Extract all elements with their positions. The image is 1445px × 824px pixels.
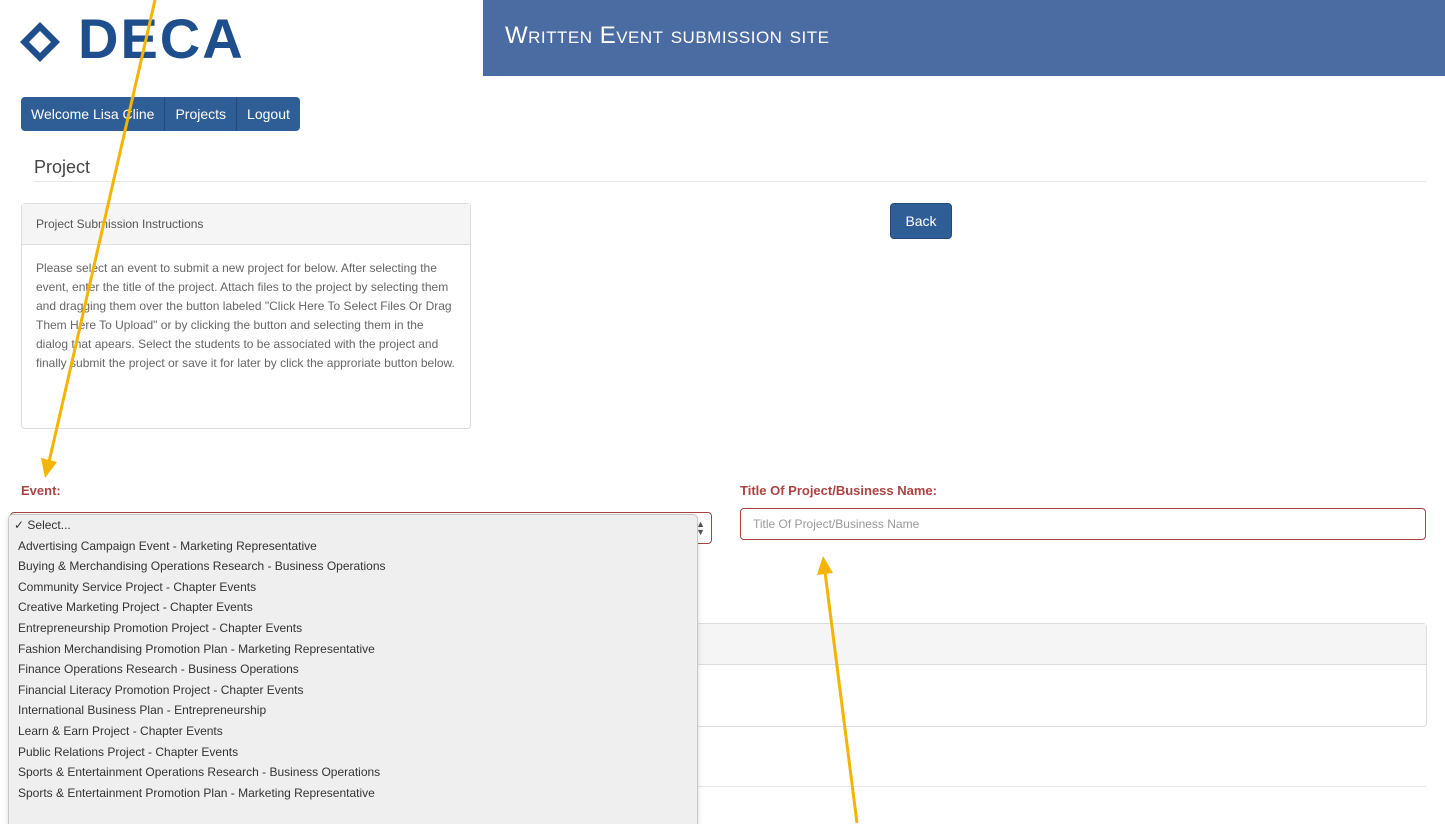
dropdown-option[interactable]: Buying & Merchandising Operations Resear…	[9, 556, 697, 577]
title-input[interactable]	[740, 508, 1426, 540]
nav-logout[interactable]: Logout	[237, 97, 300, 131]
dropdown-option[interactable]: Public Relations Project - Chapter Event…	[9, 742, 697, 763]
dropdown-option[interactable]: International Business Plan - Entreprene…	[9, 700, 697, 721]
section-divider	[696, 786, 1426, 787]
dropdown-option[interactable]: Entrepreneurship Promotion Project - Cha…	[9, 618, 697, 639]
dropdown-option[interactable]: Sports & Entertainment Promotion Plan - …	[9, 783, 697, 804]
diamond-logo-icon	[20, 22, 60, 62]
file-upload-panel	[696, 623, 1427, 727]
dropdown-option[interactable]: Financial Literacy Promotion Project - C…	[9, 680, 697, 701]
dropdown-option[interactable]: Creative Marketing Project - Chapter Eve…	[9, 597, 697, 618]
dropdown-option[interactable]: Sports & Entertainment Operations Resear…	[9, 762, 697, 783]
dropdown-option[interactable]: Fashion Merchandising Promotion Plan - M…	[9, 639, 697, 660]
title-label: Title Of Project/Business Name:	[740, 483, 937, 498]
file-upload-panel-header	[696, 624, 1426, 665]
heading-divider	[34, 181, 1426, 182]
back-button[interactable]: Back	[890, 203, 952, 239]
logo-text: DECA	[78, 7, 245, 70]
instructions-body: Please select an event to submit a new p…	[36, 261, 455, 370]
nav-projects[interactable]: Projects	[165, 97, 238, 131]
instructions-title: Project Submission Instructions	[22, 204, 470, 245]
dropdown-option[interactable]: Finance Operations Research - Business O…	[9, 659, 697, 680]
dropdown-option[interactable]: Community Service Project - Chapter Even…	[9, 577, 697, 598]
dropdown-option[interactable]: Learn & Earn Project - Chapter Events	[9, 721, 697, 742]
checkmark-icon: ✓	[14, 518, 25, 532]
dropdown-option[interactable]: ✓ Select...	[9, 515, 697, 536]
nav-welcome[interactable]: Welcome Lisa Cline	[21, 97, 166, 131]
event-label: Event:	[21, 483, 61, 498]
page-title: Project	[34, 157, 91, 177]
top-nav: Welcome Lisa Cline Projects Logout	[21, 97, 300, 131]
event-dropdown-list: ✓ Select... Advertising Campaign Event -…	[8, 514, 698, 824]
dropdown-option[interactable]: Advertising Campaign Event - Marketing R…	[9, 536, 697, 557]
site-title: Written Event submission site	[505, 22, 830, 49]
site-banner: Written Event submission site	[483, 0, 1445, 76]
instructions-panel: Project Submission Instructions Please s…	[21, 203, 471, 429]
deca-logo: DECA	[18, 8, 268, 70]
